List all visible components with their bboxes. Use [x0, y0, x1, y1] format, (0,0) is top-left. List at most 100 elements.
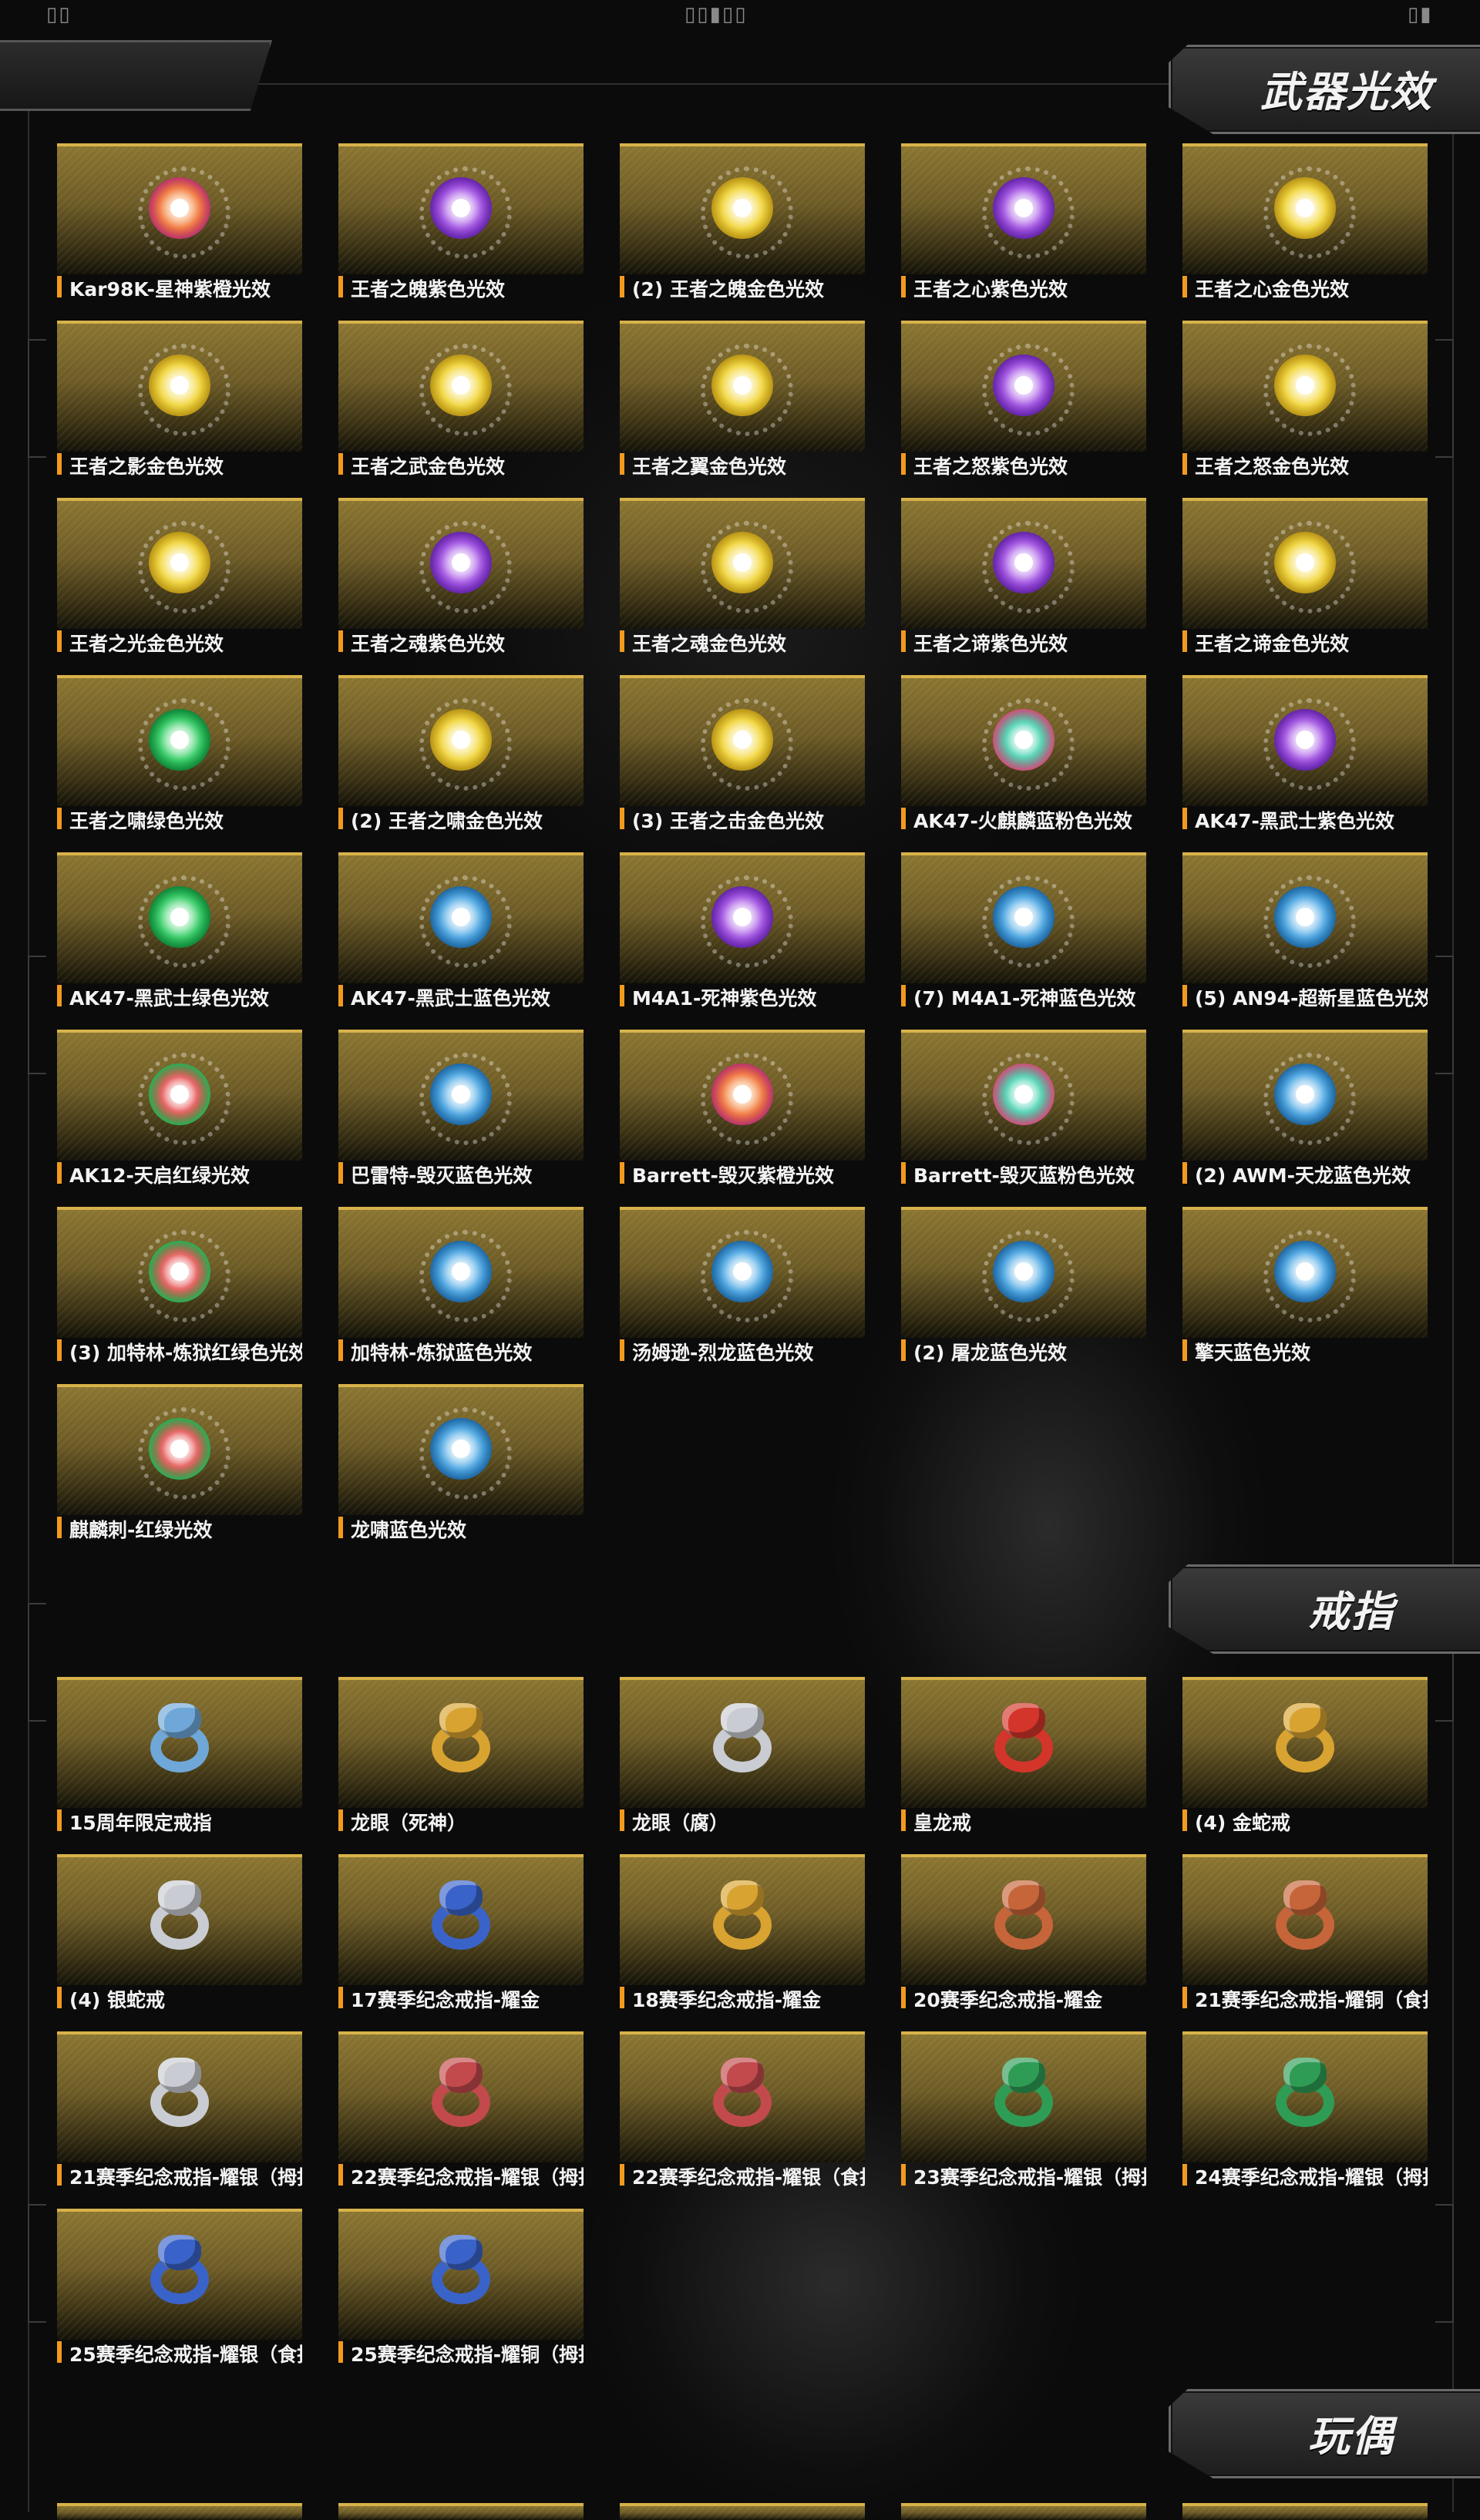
weapon-effect-item[interactable]: (2) 屠龙蓝色光效	[901, 1207, 1146, 1376]
item-thumbnail[interactable]	[338, 1030, 584, 1161]
weapon-effect-item[interactable]: (2) 王者之魄金色光效	[620, 143, 865, 313]
item-thumbnail[interactable]	[338, 1207, 584, 1338]
item-thumbnail[interactable]	[901, 2031, 1146, 2162]
weapon-effect-item[interactable]: 汤姆逊-烈龙蓝色光效	[620, 1207, 865, 1376]
ring-item[interactable]: 龙眼（死神）	[338, 1677, 584, 1846]
doll-item-thumb-partial[interactable]	[620, 2503, 865, 2520]
weapon-effect-item[interactable]: AK47-黑武士紫色光效	[1182, 675, 1428, 845]
weapon-effect-item[interactable]: 王者之翼金色光效	[620, 321, 865, 490]
weapon-effect-item[interactable]: 王者之怒金色光效	[1182, 321, 1428, 490]
doll-item-thumb-partial[interactable]	[1182, 2503, 1428, 2520]
item-thumbnail[interactable]	[1182, 675, 1428, 806]
weapon-effect-item[interactable]: 王者之影金色光效	[57, 321, 302, 490]
item-thumbnail[interactable]	[57, 1854, 302, 1985]
weapon-effect-item[interactable]: 王者之怒紫色光效	[901, 321, 1146, 490]
item-thumbnail[interactable]	[338, 675, 584, 806]
weapon-effect-item[interactable]: 擎天蓝色光效	[1182, 1207, 1428, 1376]
weapon-effect-item[interactable]: Kar98K-星神紫橙光效	[57, 143, 302, 313]
item-thumbnail[interactable]	[620, 1854, 865, 1985]
item-thumbnail[interactable]	[57, 2031, 302, 2162]
item-thumbnail[interactable]	[338, 2209, 584, 2340]
ring-item[interactable]: 17赛季纪念戒指-耀金	[338, 1854, 584, 2024]
weapon-effect-item[interactable]: AK12-天启红绿光效	[57, 1030, 302, 1199]
weapon-effect-item[interactable]: 巴雷特-毁灭蓝色光效	[338, 1030, 584, 1199]
item-thumbnail[interactable]	[901, 852, 1146, 983]
item-thumbnail[interactable]	[1182, 1854, 1428, 1985]
item-thumbnail[interactable]	[338, 1677, 584, 1808]
item-thumbnail[interactable]	[901, 1677, 1146, 1808]
item-thumbnail[interactable]	[338, 143, 584, 274]
item-thumbnail[interactable]	[1182, 1207, 1428, 1338]
item-thumbnail[interactable]	[57, 498, 302, 629]
doll-item-thumb-partial[interactable]	[901, 2503, 1146, 2520]
ring-item[interactable]: 22赛季纪念戒指-耀银（食指	[620, 2031, 865, 2201]
ring-item[interactable]: 15周年限定戒指	[57, 1677, 302, 1846]
ring-item[interactable]: 25赛季纪念戒指-耀银（食指	[57, 2209, 302, 2378]
item-thumbnail[interactable]	[620, 1030, 865, 1161]
ring-item[interactable]: (4) 金蛇戒	[1182, 1677, 1428, 1846]
item-thumbnail[interactable]	[620, 675, 865, 806]
item-thumbnail[interactable]	[338, 2031, 584, 2162]
doll-item-thumb-partial[interactable]	[57, 2503, 302, 2520]
item-thumbnail[interactable]	[1182, 143, 1428, 274]
weapon-effect-item[interactable]: AK47-火麒麟蓝粉色光效	[901, 675, 1146, 845]
item-thumbnail[interactable]	[57, 675, 302, 806]
weapon-effect-item[interactable]: (7) M4A1-死神蓝色光效	[901, 852, 1146, 1022]
doll-item-thumb-partial[interactable]	[338, 2503, 584, 2520]
weapon-effect-item[interactable]: (2) AWM-天龙蓝色光效	[1182, 1030, 1428, 1199]
item-thumbnail[interactable]	[57, 1384, 302, 1515]
weapon-effect-item[interactable]: AK47-黑武士绿色光效	[57, 852, 302, 1022]
weapon-effect-item[interactable]: 加特林-炼狱蓝色光效	[338, 1207, 584, 1376]
item-thumbnail[interactable]	[620, 1207, 865, 1338]
item-thumbnail[interactable]	[57, 321, 302, 452]
weapon-effect-item[interactable]: 王者之心金色光效	[1182, 143, 1428, 313]
weapon-effect-item[interactable]: 龙啸蓝色光效	[338, 1384, 584, 1554]
weapon-effect-item[interactable]: (3) 王者之击金色光效	[620, 675, 865, 845]
item-thumbnail[interactable]	[901, 1854, 1146, 1985]
item-thumbnail[interactable]	[338, 1854, 584, 1985]
weapon-effect-item[interactable]: M4A1-死神紫色光效	[620, 852, 865, 1022]
item-thumbnail[interactable]	[57, 2209, 302, 2340]
ring-item[interactable]: 22赛季纪念戒指-耀银（拇指	[338, 2031, 584, 2201]
weapon-effect-item[interactable]: 麒麟刺-红绿光效	[57, 1384, 302, 1554]
item-thumbnail[interactable]	[57, 143, 302, 274]
item-thumbnail[interactable]	[1182, 321, 1428, 452]
ring-item[interactable]: 24赛季纪念戒指-耀银（拇指	[1182, 2031, 1428, 2201]
ring-item[interactable]: 23赛季纪念戒指-耀银（拇指	[901, 2031, 1146, 2201]
ring-item[interactable]: 21赛季纪念戒指-耀铜（食指	[1182, 1854, 1428, 2024]
weapon-effect-item[interactable]: Barrett-毁灭紫橙光效	[620, 1030, 865, 1199]
item-thumbnail[interactable]	[57, 1207, 302, 1338]
item-thumbnail[interactable]	[57, 1677, 302, 1808]
ring-item[interactable]: 18赛季纪念戒指-耀金	[620, 1854, 865, 2024]
item-thumbnail[interactable]	[338, 498, 584, 629]
item-thumbnail[interactable]	[620, 2031, 865, 2162]
item-thumbnail[interactable]	[901, 143, 1146, 274]
ring-item[interactable]: 皇龙戒	[901, 1677, 1146, 1846]
item-thumbnail[interactable]	[1182, 498, 1428, 629]
ring-item[interactable]: 25赛季纪念戒指-耀铜（拇指	[338, 2209, 584, 2378]
ring-item[interactable]: 20赛季纪念戒指-耀金	[901, 1854, 1146, 2024]
item-thumbnail[interactable]	[620, 852, 865, 983]
weapon-effect-item[interactable]: 王者之魂金色光效	[620, 498, 865, 667]
item-thumbnail[interactable]	[620, 1677, 865, 1808]
weapon-effect-item[interactable]: 王者之谛金色光效	[1182, 498, 1428, 667]
weapon-effect-item[interactable]: 王者之谛紫色光效	[901, 498, 1146, 667]
item-thumbnail[interactable]	[901, 675, 1146, 806]
weapon-effect-item[interactable]: (2) 王者之啸金色光效	[338, 675, 584, 845]
weapon-effect-item[interactable]: (3) 加特林-炼狱红绿色光效	[57, 1207, 302, 1376]
item-thumbnail[interactable]	[57, 852, 302, 983]
ring-item[interactable]: 龙眼（腐）	[620, 1677, 865, 1846]
item-thumbnail[interactable]	[1182, 1030, 1428, 1161]
weapon-effect-item[interactable]: 王者之心紫色光效	[901, 143, 1146, 313]
weapon-effect-item[interactable]: (5) AN94-超新星蓝色光效	[1182, 852, 1428, 1022]
item-thumbnail[interactable]	[338, 1384, 584, 1515]
ring-item[interactable]: 21赛季纪念戒指-耀银（拇指	[57, 2031, 302, 2201]
item-thumbnail[interactable]	[1182, 852, 1428, 983]
item-thumbnail[interactable]	[901, 498, 1146, 629]
weapon-effect-item[interactable]: Barrett-毁灭蓝粉色光效	[901, 1030, 1146, 1199]
item-thumbnail[interactable]	[57, 1030, 302, 1161]
ring-item[interactable]: (4) 银蛇戒	[57, 1854, 302, 2024]
item-thumbnail[interactable]	[620, 498, 865, 629]
weapon-effect-item[interactable]: 王者之魂紫色光效	[338, 498, 584, 667]
weapon-effect-item[interactable]: AK47-黑武士蓝色光效	[338, 852, 584, 1022]
